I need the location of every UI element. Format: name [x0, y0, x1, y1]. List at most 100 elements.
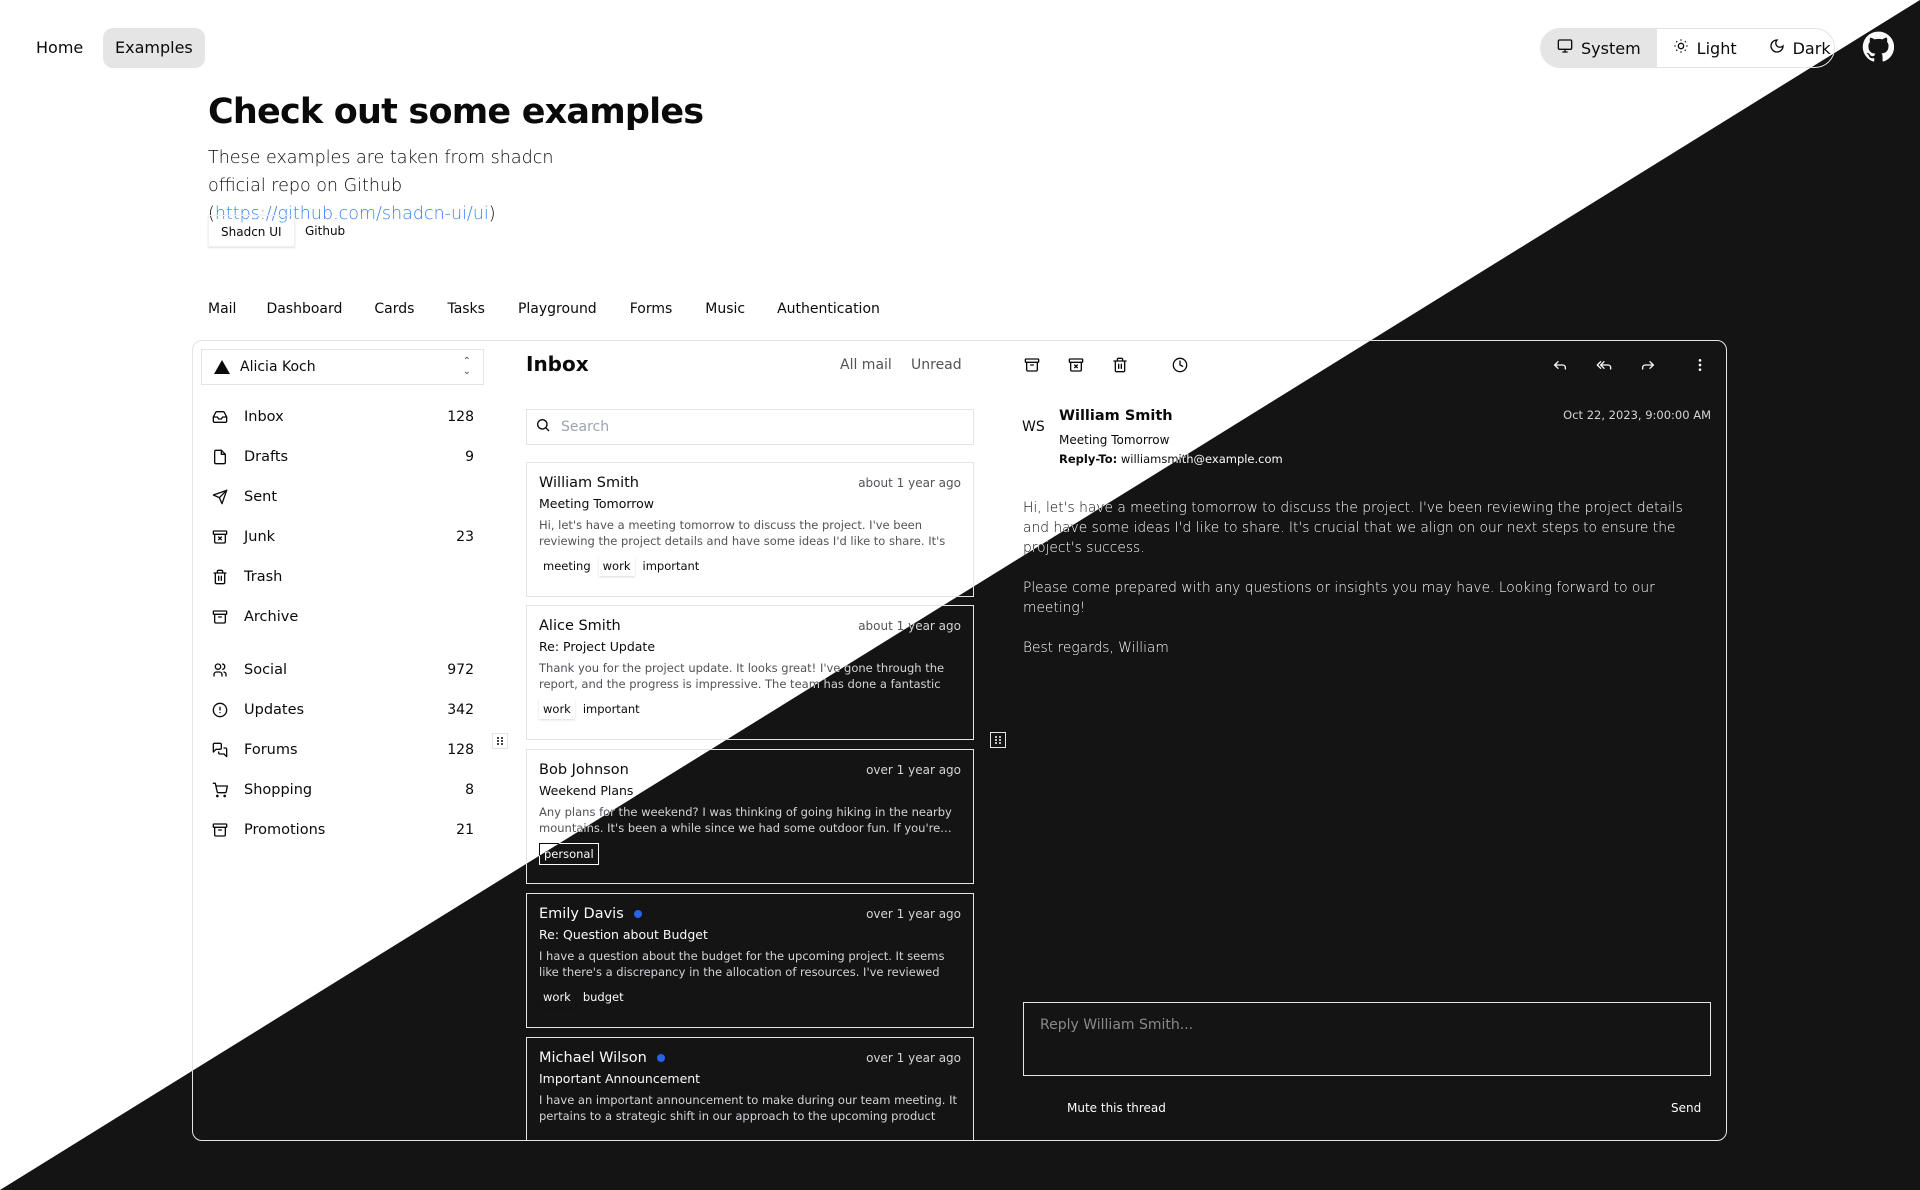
chevrons-up-down-icon: ⌃⌄: [462, 356, 471, 377]
body-paragraph: Please come prepared with any questions …: [1023, 580, 1655, 616]
sidebar-item-label: Promotions: [244, 822, 326, 838]
sidebar-item-label: Shopping: [244, 782, 313, 798]
more-vertical-icon[interactable]: [1692, 357, 1710, 375]
tab-all-mail[interactable]: All mail: [840, 357, 892, 373]
alert-circle-icon: [212, 702, 228, 718]
theme-dark-label: Dark: [1792, 38, 1831, 58]
mail-subject: Re: Question about Budget: [539, 927, 708, 942]
mail-list-item[interactable]: William Smith about 1 year ago Meeting T…: [526, 462, 974, 597]
avatar: WS: [1022, 419, 1045, 435]
tag-badge: meeting: [543, 559, 591, 573]
theme-system-label: System: [1581, 38, 1641, 58]
sidebar-item-count: 9: [465, 449, 474, 465]
mail-time: over 1 year ago: [866, 763, 961, 777]
search-placeholder: Search: [561, 419, 610, 435]
mail-sender: Emily Davis: [539, 906, 624, 922]
theme-toggle: System Light Dark: [1540, 28, 1835, 68]
tab-authentication[interactable]: Authentication: [777, 296, 880, 322]
github-icon[interactable]: [1862, 31, 1895, 63]
sidebar-item-label: Junk: [244, 529, 276, 545]
tab-playground[interactable]: Playground: [518, 296, 597, 322]
theme-system-button[interactable]: System: [1541, 29, 1657, 67]
sidebar-item-junk[interactable]: Junk 23: [212, 521, 474, 553]
unread-dot-icon: [633, 910, 642, 918]
shadcn-ui-button[interactable]: Shadcn UI: [208, 215, 295, 247]
sidebar-item-count: 128: [447, 409, 474, 425]
search-input[interactable]: Search: [526, 409, 974, 445]
body-paragraph: Hi, let's have a meeting tomorrow to dis…: [1023, 500, 1683, 556]
nav-home-link[interactable]: Home: [24, 28, 95, 68]
reply-textarea[interactable]: Reply William Smith...: [1023, 1002, 1711, 1076]
detail-sender: William Smith: [1059, 408, 1173, 424]
tab-unread[interactable]: Unread: [911, 357, 962, 373]
tab-music[interactable]: Music: [705, 296, 745, 322]
vercel-logo-icon: [214, 360, 230, 374]
sidebar-item-archive[interactable]: Archive: [212, 601, 474, 633]
send-button[interactable]: Send: [1671, 1101, 1701, 1115]
archive-icon[interactable]: [1024, 357, 1042, 375]
cart-icon: [212, 782, 228, 798]
sidebar-item-trash[interactable]: Trash: [212, 561, 474, 593]
sidebar-resize-handle[interactable]: [492, 733, 508, 749]
tab-cards[interactable]: Cards: [374, 296, 414, 322]
tab-mail[interactable]: Mail: [208, 296, 236, 322]
sidebar-item-social[interactable]: Social 972: [212, 654, 474, 686]
inbox-icon: [212, 409, 228, 425]
mail-preview: I have an important announcement to make…: [539, 1093, 957, 1123]
sidebar-item-promotions[interactable]: Promotions 21: [212, 814, 474, 846]
tab-tasks[interactable]: Tasks: [447, 296, 485, 322]
file-icon: [212, 449, 228, 465]
sidebar-item-count: 23: [456, 529, 474, 545]
mute-thread-switch[interactable]: Mute this thread: [1067, 1101, 1166, 1115]
forward-icon[interactable]: [1640, 357, 1658, 375]
sidebar-item-inbox[interactable]: Inbox 128: [212, 401, 474, 433]
archive-x-icon[interactable]: [1068, 357, 1086, 375]
account-name: Alicia Koch: [240, 359, 316, 375]
mail-tags: personal: [539, 843, 961, 865]
sidebar-item-label: Trash: [244, 569, 283, 585]
page-title: Check out some examples: [208, 92, 704, 132]
github-button[interactable]: Github: [293, 215, 357, 247]
subtitle-suffix: ): [488, 204, 496, 224]
mail-list-item[interactable]: Michael Wilson over 1 year ago Important…: [526, 1037, 974, 1141]
detail-subject: Meeting Tomorrow: [1059, 433, 1170, 447]
theme-light-button[interactable]: Light: [1657, 29, 1753, 67]
tag-badge: work: [539, 987, 575, 1007]
monitor-icon: [1557, 38, 1573, 58]
mail-sender: Michael Wilson: [539, 1050, 647, 1066]
tag-badge: important: [582, 702, 640, 716]
tag-badge: work: [539, 699, 575, 719]
sidebar-item-count: 342: [447, 702, 474, 718]
sidebar-item-count: 8: [465, 782, 474, 798]
sidebar-item-drafts[interactable]: Drafts 9: [212, 441, 474, 473]
sun-icon: [1673, 38, 1689, 58]
account-switcher[interactable]: Alicia Koch ⌃⌄: [201, 349, 484, 385]
nav-examples-link[interactable]: Examples: [103, 28, 205, 68]
clock-icon[interactable]: [1172, 357, 1190, 375]
tab-forms[interactable]: Forms: [630, 296, 673, 322]
mail-sender: Bob Johnson: [539, 762, 629, 778]
sidebar-item-count: 21: [456, 822, 474, 838]
grip-vertical-icon: [995, 736, 1001, 744]
mail-list-item[interactable]: Emily Davis over 1 year ago Re: Question…: [526, 893, 974, 1028]
list-resize-handle[interactable]: [990, 732, 1006, 748]
archive-x-icon: [212, 529, 228, 545]
mail-sender: William Smith: [539, 475, 639, 491]
mail-time: over 1 year ago: [866, 1051, 961, 1065]
sidebar-item-sent[interactable]: Sent: [212, 481, 474, 513]
sidebar-item-shopping[interactable]: Shopping 8: [212, 774, 474, 806]
tab-dashboard[interactable]: Dashboard: [266, 296, 342, 322]
reply-all-icon[interactable]: [1596, 357, 1614, 375]
mail-subject: Important Announcement: [539, 1071, 701, 1086]
sidebar-item-forums[interactable]: Forums 128: [212, 734, 474, 766]
trash-icon[interactable]: [1112, 357, 1130, 375]
sidebar-item-updates[interactable]: Updates 342: [212, 694, 474, 726]
mail-preview: I have a question about the budget for t…: [539, 949, 945, 979]
detail-body: Hi, let's have a meeting tomorrow to dis…: [1023, 498, 1693, 678]
archive-icon: [212, 609, 228, 625]
unread-dot-icon: [656, 1054, 665, 1062]
search-icon: [535, 417, 551, 437]
mail-sender: Alice Smith: [539, 618, 621, 634]
reply-icon[interactable]: [1552, 357, 1570, 375]
tag-badge: important: [642, 559, 700, 573]
